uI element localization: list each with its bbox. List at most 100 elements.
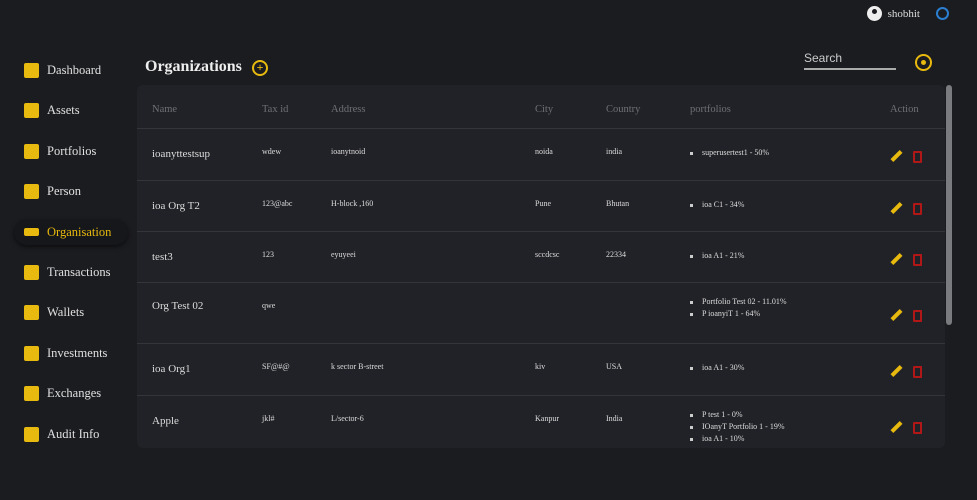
cell-tax: 123 (262, 250, 274, 259)
table-row: ioa Org1 SF@#@ k sector B-street kiv USA ioa … (137, 343, 945, 395)
column-header[interactable]: Address (331, 104, 365, 115)
sidebar-item-label: Assets (47, 103, 80, 118)
assets-icon (24, 103, 39, 119)
delete-trash-icon[interactable] (913, 366, 922, 378)
cell-city: sccdcsc (535, 250, 560, 259)
scrollbar[interactable] (946, 85, 952, 325)
portfolio-list: ioa C1 - 34% (690, 199, 744, 211)
edit-pencil-icon[interactable] (890, 364, 903, 378)
sidebar-item-assets[interactable]: Assets (14, 91, 128, 132)
table-row: ioanyttestsup wdew ioanytnoid noida india sup… (137, 128, 945, 180)
cell-name: ioa Org T2 (152, 200, 200, 212)
delete-trash-icon[interactable] (913, 202, 922, 215)
portfolio-item: P test 1 - 0% (690, 409, 785, 421)
sidebar-item-person[interactable]: Person (14, 172, 128, 213)
organisation-icon (24, 228, 39, 236)
cell-address: ioanytnoid (331, 147, 366, 156)
cell-country: india (606, 147, 622, 156)
delete-trash-icon[interactable] (913, 309, 922, 322)
sidebar-item-investments[interactable]: Investments (14, 333, 128, 374)
table-row: test3 123 eyuyeei sccdcsc 22334 ioa A1 - 21% (137, 231, 945, 282)
portfolio-list: ioa A1 - 30% (690, 362, 744, 374)
cell-address: k sector B-street (331, 362, 384, 371)
dashboard-icon (24, 62, 39, 78)
portfolio-item: superusertest1 - 50% (690, 147, 769, 159)
sidebar-item-label: Organisation (47, 224, 112, 239)
investments-icon (24, 345, 39, 361)
cell-name: ioa Org1 (152, 363, 191, 375)
person-icon (24, 184, 39, 200)
sidebar-item-dashboard[interactable]: Dashboard (14, 50, 128, 91)
edit-pencil-icon[interactable] (890, 420, 903, 434)
column-header[interactable]: Action (890, 104, 919, 115)
edit-pencil-icon[interactable] (890, 252, 903, 265)
cell-name: Apple (152, 415, 179, 427)
sidebar-item-label: Audit Info (47, 426, 100, 441)
delete-trash-icon[interactable] (913, 253, 922, 266)
cell-country: Bhutan (606, 199, 630, 208)
delete-trash-icon[interactable] (913, 422, 922, 434)
sidebar-item-label: Portfolios (47, 143, 97, 158)
portfolio-item: IOanyT Portfolio 1 - 19% (690, 421, 785, 433)
edit-pencil-icon[interactable] (890, 201, 903, 214)
sidebar-item-organisation[interactable]: Organisation (14, 219, 128, 245)
add-organization-button[interactable]: + (252, 60, 268, 76)
table-row: Apple jkl# L/sector-6 Kanpur India P test 1 -… (137, 395, 945, 448)
cell-tax: wdew (262, 147, 282, 156)
table-row: ioa Org T2 123@abc H-block ,160 Pune Bhutan i… (137, 180, 945, 231)
table-row: Org Test 02 qwe Portfolio Test 02 - 11.01%… (137, 282, 945, 343)
portfolio-item: ioa A1 - 21% (690, 250, 744, 262)
sidebar-item-audit-info[interactable]: Audit Info (14, 414, 128, 455)
cell-tax: jkl# (262, 414, 275, 423)
audit-info-icon (24, 426, 39, 442)
table-header: Name Tax id Address City Country portfolios Ac… (137, 85, 945, 128)
portfolio-list: superusertest1 - 50% (690, 147, 769, 159)
cell-address: eyuyeei (331, 250, 356, 259)
cell-country: India (606, 414, 623, 423)
sidebar-item-wallets[interactable]: Wallets (14, 293, 128, 334)
cell-tax: qwe (262, 301, 276, 310)
cell-country: 22334 (606, 250, 626, 259)
delete-trash-icon[interactable] (913, 151, 922, 163)
portfolio-item: Portfolio Test 02 - 11.01% (690, 296, 787, 308)
cell-tax: SF@#@ (262, 362, 290, 371)
cell-address: L/sector-6 (331, 414, 364, 423)
cell-tax: 123@abc (262, 199, 293, 208)
column-header[interactable]: Country (606, 104, 640, 115)
edit-pencil-icon[interactable] (890, 149, 903, 163)
cell-city: kiv (535, 362, 546, 371)
sidebar-item-label: Dashboard (47, 62, 102, 77)
portfolio-item: P ioanyiT 1 - 64% (690, 308, 787, 320)
portfolios-icon (24, 143, 39, 159)
sidebar-item-label: Investments (47, 345, 108, 360)
search-input[interactable] (804, 51, 896, 70)
user-menu[interactable]: shobhit (866, 6, 949, 21)
cell-name: ioanyttestsup (152, 148, 211, 160)
cell-city: Pune (535, 199, 551, 208)
cell-name: test3 (152, 251, 173, 263)
portfolio-list: P test 1 - 0% IOanyT Portfolio 1 - 19% ioa… (690, 409, 785, 445)
sidebar: Dashboard Assets Portfolios Person Organisat… (14, 50, 128, 455)
sidebar-item-transactions[interactable]: Transactions (14, 252, 128, 293)
column-header[interactable]: City (535, 104, 553, 115)
column-header[interactable]: Tax id (262, 104, 288, 115)
sidebar-item-portfolios[interactable]: Portfolios (14, 131, 128, 172)
portfolio-list: Portfolio Test 02 - 11.01% P ioanyiT 1 - … (690, 296, 787, 320)
add-button[interactable] (915, 54, 932, 71)
sidebar-item-exchanges[interactable]: Exchanges (14, 374, 128, 415)
sidebar-item-label: Wallets (47, 305, 85, 320)
username: shobhit (887, 7, 920, 20)
portfolio-item: ioa A1 - 30% (690, 362, 744, 374)
transactions-icon (24, 264, 39, 280)
portfolio-list: ioa A1 - 21% (690, 250, 744, 262)
column-header[interactable]: Name (152, 104, 177, 115)
edit-pencil-icon[interactable] (890, 308, 903, 321)
organizations-table: Name Tax id Address City Country portfolios Ac… (137, 85, 945, 448)
page-title: Organizations (145, 58, 242, 75)
cell-name: Org Test 02 (152, 300, 204, 312)
power-icon[interactable] (936, 7, 949, 20)
wallets-icon (24, 305, 39, 321)
column-header[interactable]: portfolios (690, 104, 731, 115)
sidebar-item-label: Person (47, 184, 82, 199)
cell-address: H-block ,160 (331, 199, 374, 208)
